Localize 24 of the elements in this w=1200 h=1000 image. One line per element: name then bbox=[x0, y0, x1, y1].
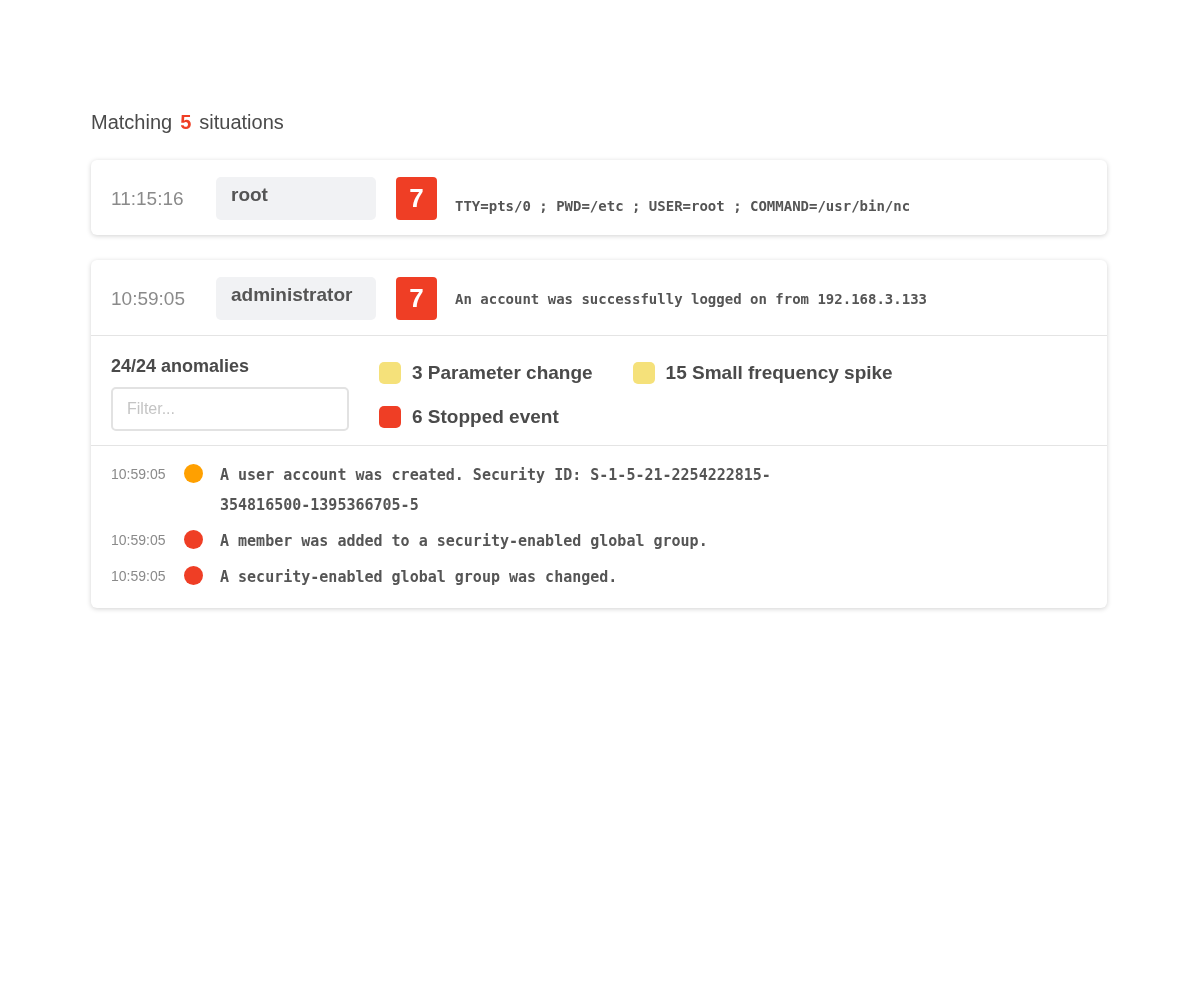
user-label: administrator bbox=[216, 277, 376, 320]
event-time: 10:59:05 bbox=[111, 465, 167, 482]
situation-card[interactable] bbox=[91, 260, 1107, 608]
situation-card[interactable]: 11:15:16 root 7 TTY=pts/0 ; PWD=/etc ; USER=root ; COMMAND=/usr/bin/nc bbox=[91, 160, 1107, 235]
event-time: 10:59:05 bbox=[111, 531, 167, 548]
user-label: root bbox=[216, 177, 376, 220]
situation-time: 10:59:05 bbox=[111, 287, 186, 310]
situation-message: TTY=pts/0 ; PWD=/etc ; USER=root ; COMMAND=/usr/bin/nc bbox=[455, 197, 911, 214]
anomaly-count: 24/24 anomalies bbox=[111, 356, 251, 377]
severity-badge: 7 bbox=[396, 177, 437, 220]
event-message: A user account was created. Security ID: S-1-5-21-2254222815-354816500-1395366705-5 bbox=[220, 465, 772, 516]
situation-message: An account was successfully logged on from 192.168.3.133 bbox=[455, 290, 927, 307]
severity-badge: 7 bbox=[396, 277, 437, 320]
situation-count: 5 bbox=[180, 111, 192, 134]
situation-time: 11:15:16 bbox=[111, 187, 185, 210]
header-text: situations bbox=[199, 111, 284, 134]
legend-label: 6 Stopped event bbox=[412, 405, 559, 428]
event-message: A member was added to a security-enabled global group. bbox=[220, 531, 708, 552]
event-message: A security-enabled global group was changed. bbox=[220, 567, 618, 588]
header-text: Matching bbox=[91, 111, 173, 134]
filter-field[interactable]: Filter... bbox=[111, 387, 349, 431]
legend-label: 15 Small frequency spike bbox=[665, 362, 893, 384]
legend-label: 3 Parameter change bbox=[412, 362, 593, 384]
event-time: 10:59:05 bbox=[111, 567, 167, 584]
